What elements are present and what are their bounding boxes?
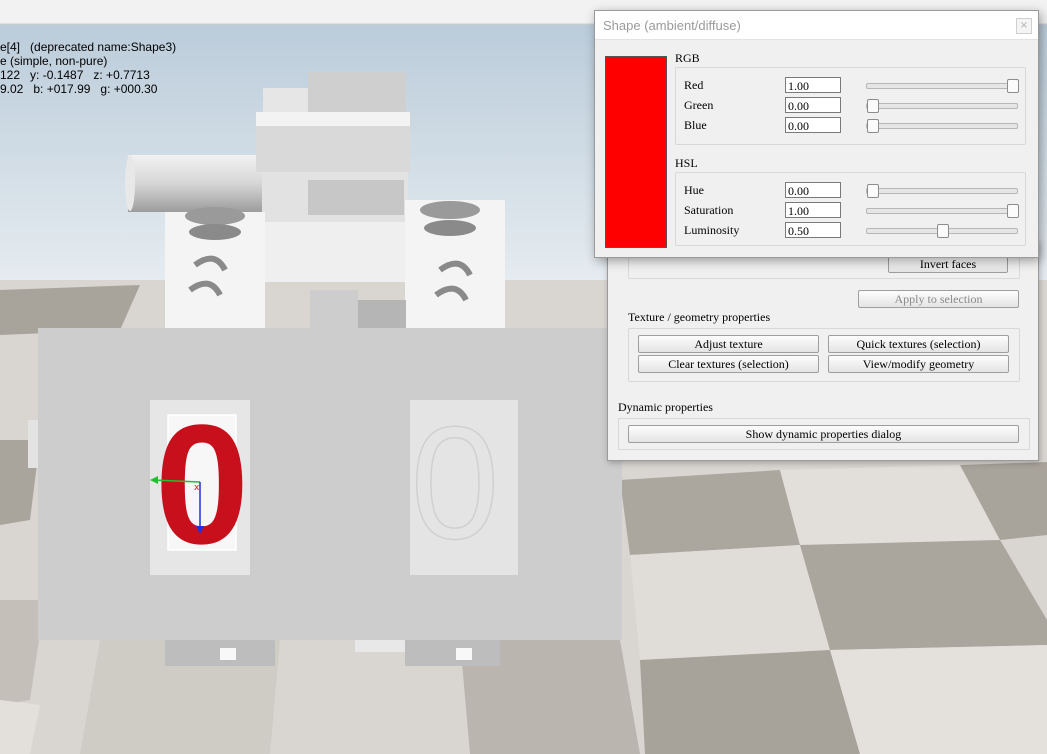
red-slider-thumb[interactable] (1007, 79, 1019, 93)
color-preview-swatch (605, 56, 667, 248)
saturation-slider-thumb[interactable] (1007, 204, 1019, 218)
rgb-heading: RGB (675, 51, 700, 65)
hsl-heading: HSL (675, 156, 698, 170)
green-slider-thumb[interactable] (867, 99, 879, 113)
luminosity-slider[interactable] (866, 224, 1018, 238)
green-slider[interactable] (866, 99, 1018, 113)
luminosity-field[interactable]: 0.50 (785, 222, 841, 238)
color-dialog: Shape (ambient/diffuse) × RGB HSL Red 1.0… (594, 10, 1039, 258)
ghost-digit-shape: 0 (411, 393, 500, 572)
svg-text:x: x (194, 483, 200, 493)
close-icon[interactable]: × (1016, 18, 1032, 34)
view-geometry-button[interactable]: View/modify geometry (828, 355, 1009, 373)
green-field[interactable]: 0.00 (785, 97, 841, 113)
saturation-slider[interactable] (866, 204, 1019, 218)
blue-slider[interactable] (866, 119, 1018, 133)
luminosity-slider-thumb[interactable] (937, 224, 949, 238)
hue-label: Hue (684, 183, 704, 197)
red-label: Red (684, 78, 704, 92)
saturation-field[interactable]: 1.00 (785, 202, 841, 218)
quick-textures-button[interactable]: Quick textures (selection) (828, 335, 1009, 353)
hue-slider[interactable] (866, 184, 1018, 198)
show-dynamic-properties-button[interactable]: Show dynamic properties dialog (628, 425, 1019, 443)
blue-slider-thumb[interactable] (867, 119, 879, 133)
orientation-readout: 9.02 b: +017.99 g: +000.30 (0, 82, 158, 96)
adjust-texture-button[interactable]: Adjust texture (638, 335, 819, 353)
object-type-text: e (simple, non-pure) (0, 54, 108, 68)
saturation-label: Saturation (684, 203, 734, 217)
green-label: Green (684, 98, 714, 112)
object-name-text: e[4] (deprecated name:Shape3) (0, 40, 177, 54)
apply-to-selection-button[interactable]: Apply to selection (858, 290, 1019, 308)
selected-digit-shape: 0 (155, 390, 250, 580)
blue-label: Blue (684, 118, 707, 132)
red-slider[interactable] (866, 79, 1019, 93)
clear-textures-button[interactable]: Clear textures (selection) (638, 355, 819, 373)
hue-slider-thumb[interactable] (867, 184, 879, 198)
color-dialog-title: Shape (ambient/diffuse) (603, 18, 741, 33)
hue-field[interactable]: 0.00 (785, 182, 841, 198)
red-field[interactable]: 1.00 (785, 77, 841, 93)
shape-properties-dialog: Invert faces Apply to selection Texture … (607, 240, 1039, 461)
dynamic-properties-heading: Dynamic properties (618, 400, 713, 414)
color-dialog-titlebar[interactable]: Shape (ambient/diffuse) × (595, 11, 1038, 40)
luminosity-label: Luminosity (684, 223, 740, 237)
blue-field[interactable]: 0.00 (785, 117, 841, 133)
position-readout: 122 y: -0.1487 z: +0.7713 (0, 68, 150, 82)
texture-geometry-heading: Texture / geometry properties (628, 310, 771, 324)
